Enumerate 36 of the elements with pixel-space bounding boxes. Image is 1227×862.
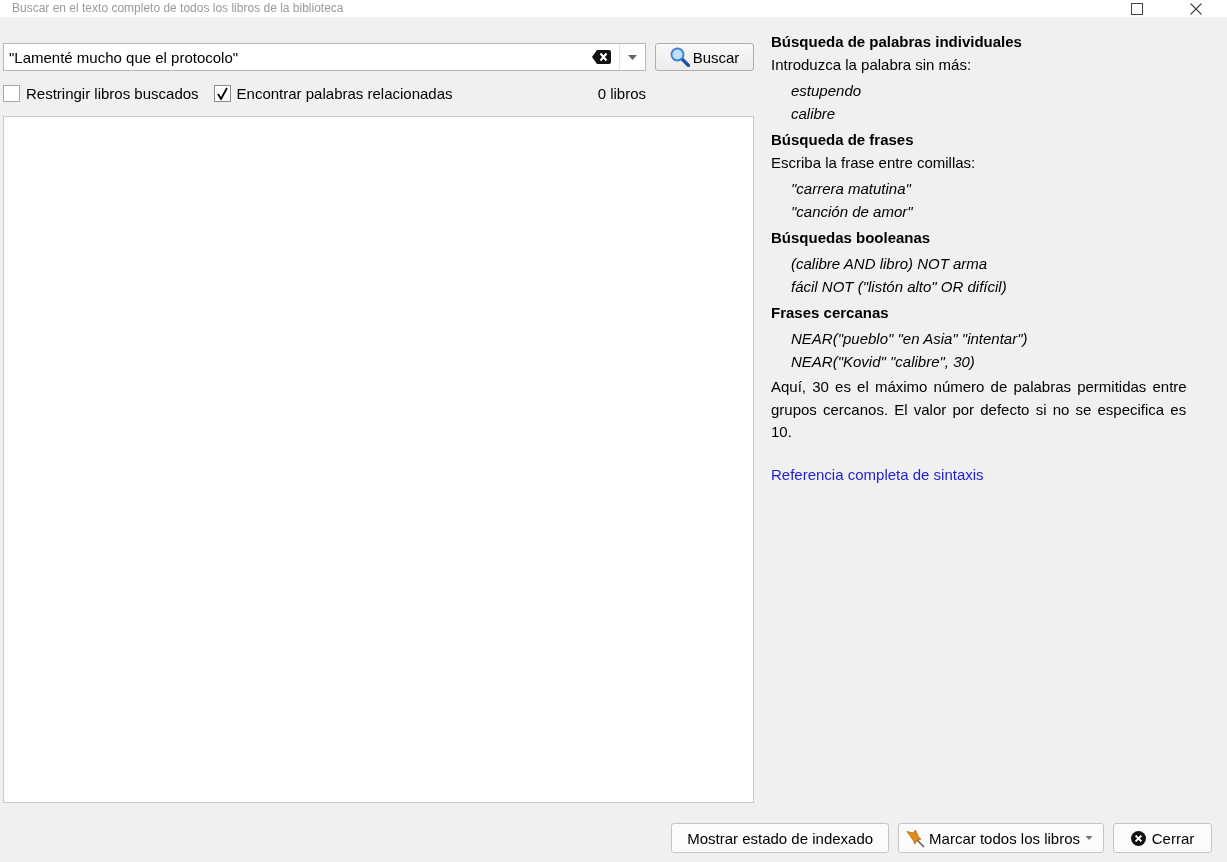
example-text: estupendo [791, 81, 862, 101]
search-field[interactable]: "Lamenté mucho que el protocolo" [3, 43, 646, 71]
example-text: fácil NOT ("listón alto" OR difícil) [791, 276, 1007, 297]
status-button[interactable]: Mostrar estado de indexado [671, 823, 890, 853]
close-circle-icon [1130, 830, 1146, 846]
search-button[interactable]: Buscar [655, 43, 754, 71]
checkbox-label[interactable]: Encontrar palabras relacionadas [236, 84, 453, 102]
example-text: NEAR("Kovid" "calibre", 30) [791, 351, 975, 372]
caret-icon [1085, 836, 1093, 840]
checkbox[interactable] [213, 84, 231, 102]
note-text: Aquí, 30 es el máximo número de palabras permitidas entre grupos cercanos. El valor por defecto si no se especifica es 10. [771, 377, 1188, 442]
result-count: 0 libros [597, 84, 646, 102]
close-button[interactable]: Cerrar [1113, 823, 1212, 853]
checkbox[interactable] [3, 84, 20, 102]
syntax-link[interactable]: Referencia completa de sintaxis [771, 463, 984, 486]
maximize-icon[interactable] [1131, 2, 1143, 15]
example-text: NEAR("pueblo" "en Asia" "intentar") [791, 329, 1028, 349]
section-heading: Búsquedas booleanas [771, 228, 932, 248]
mark-menu-button[interactable]: Marcar todos los libros [898, 823, 1104, 853]
checkbox-label[interactable]: Restringir libros buscados [26, 84, 199, 102]
clear-icon[interactable] [592, 50, 611, 64]
example-text: "carrera matutina" [791, 179, 911, 199]
example-text: (calibre AND libro) NOT arma [791, 254, 988, 274]
search-icon [669, 47, 690, 67]
example-text: calibre [791, 103, 836, 124]
section-heading: Búsqueda de palabras individuales [771, 32, 1023, 52]
help-text: Introduzca la palabra sin más: [771, 55, 973, 75]
checkmark-icon [216, 86, 228, 100]
section-heading: Frases cercanas [771, 303, 890, 323]
close-icon[interactable] [1190, 2, 1202, 15]
section-heading: Búsqueda de frases [771, 130, 915, 150]
help-text: Escriba la frase entre comillas: [771, 153, 977, 173]
window-title: Buscar en el texto completo de todos los libros de la biblioteca [12, 0, 345, 17]
example-text: "canción de amor" [791, 201, 913, 222]
pin-icon [906, 828, 926, 848]
caret-icon [628, 54, 637, 60]
